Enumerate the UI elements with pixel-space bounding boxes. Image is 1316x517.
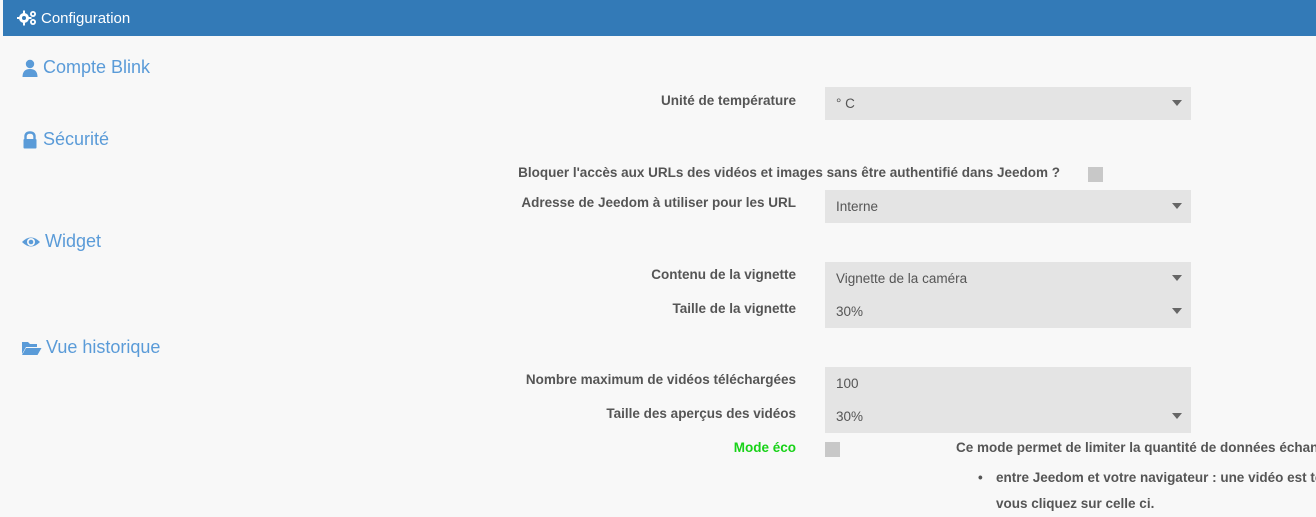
section-account: Compte Blink bbox=[21, 57, 150, 78]
eco-mode-label: Mode éco bbox=[733, 440, 796, 455]
folder-open-icon bbox=[21, 339, 42, 357]
chevron-down-icon bbox=[1172, 275, 1182, 281]
section-security: Sécurité bbox=[21, 129, 109, 150]
lock-icon bbox=[21, 130, 39, 149]
temp-unit-value: ° C bbox=[836, 96, 855, 111]
chevron-down-icon bbox=[1172, 308, 1182, 314]
preview-size-label: Taille des aperçus des vidéos bbox=[606, 406, 796, 421]
max-videos-input[interactable]: 100 bbox=[825, 367, 1191, 400]
max-videos-label: Nombre maximum de vidéos téléchargées bbox=[525, 372, 796, 387]
section-account-title: Compte Blink bbox=[43, 57, 151, 77]
max-videos-value: 100 bbox=[836, 376, 859, 391]
eco-info-list: entre Jeedom et votre navigateur : une v… bbox=[978, 465, 1316, 517]
section-history: Vue historique bbox=[21, 337, 160, 358]
eye-icon bbox=[21, 233, 41, 251]
thumb-size-label: Taille de la vignette bbox=[672, 301, 796, 316]
block-access-checkbox[interactable] bbox=[1088, 167, 1103, 182]
section-widget: Widget bbox=[21, 231, 101, 252]
thumb-content-select[interactable]: Vignette de la caméra bbox=[825, 262, 1191, 295]
thumb-content-label: Contenu de la vignette bbox=[651, 267, 796, 282]
eco-info-bullet-continuation: vous cliquez sur celle ci. bbox=[996, 496, 1155, 511]
panel-title: Configuration bbox=[41, 9, 131, 27]
jeedom-address-select[interactable]: Interne bbox=[825, 190, 1191, 223]
chevron-down-icon bbox=[1172, 100, 1182, 106]
temp-unit-select[interactable]: ° C bbox=[825, 87, 1191, 120]
preview-size-select[interactable]: 30% bbox=[825, 400, 1191, 433]
section-history-title: Vue historique bbox=[46, 337, 161, 357]
eco-info-text: Ce mode permet de limiter la quantité de… bbox=[956, 440, 1316, 455]
section-security-title: Sécurité bbox=[43, 129, 110, 149]
jeedom-address-value: Interne bbox=[836, 199, 879, 214]
section-widget-title: Widget bbox=[45, 231, 102, 251]
jeedom-address-label: Adresse de Jeedom à utiliser pour les UR… bbox=[521, 195, 796, 210]
eco-mode-checkbox[interactable] bbox=[825, 442, 840, 457]
thumb-size-select[interactable]: 30% bbox=[825, 295, 1191, 328]
user-icon bbox=[21, 59, 39, 77]
eco-info-bullet: entre Jeedom et votre navigateur : une v… bbox=[978, 465, 1316, 491]
block-access-label: Bloquer l'accès aux URLs des vidéos et i… bbox=[518, 165, 1060, 180]
thumb-content-value: Vignette de la caméra bbox=[836, 271, 968, 286]
thumb-size-value: 30% bbox=[836, 304, 864, 319]
preview-size-value: 30% bbox=[836, 409, 864, 424]
gears-icon bbox=[16, 9, 39, 27]
chevron-down-icon bbox=[1172, 203, 1182, 209]
panel-header: Configuration bbox=[3, 0, 1316, 36]
temp-unit-label: Unité de température bbox=[660, 93, 796, 108]
chevron-down-icon bbox=[1172, 413, 1182, 419]
